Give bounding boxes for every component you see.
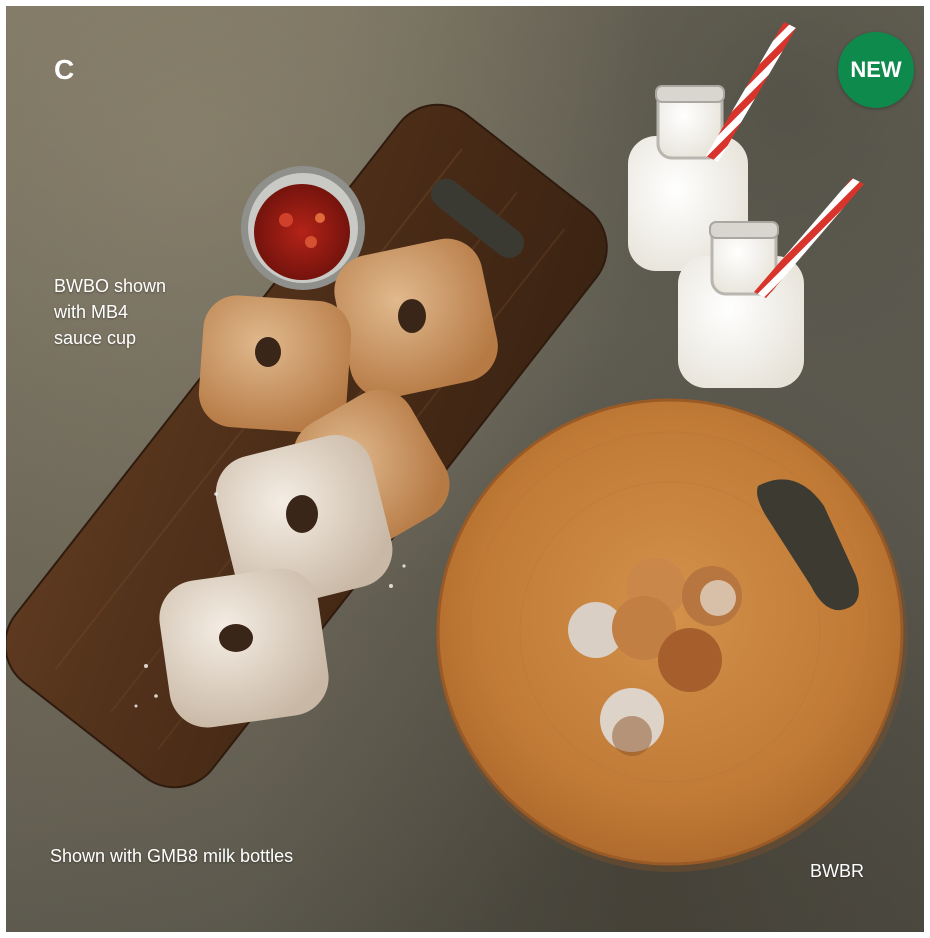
round-board-caption: BWBR — [810, 861, 864, 881]
board-caption-line-3: sauce cup — [54, 328, 137, 348]
milk-bottle-caption: Shown with GMB8 milk bottles — [50, 846, 294, 866]
product-scene — [6, 22, 908, 872]
product-photo: C NEW BWBO shown with MB4 sauce cup Show… — [6, 6, 924, 932]
sugar-donut-bottom — [159, 568, 329, 728]
board-caption-line-1: BWBO shown — [54, 276, 167, 296]
new-badge: NEW — [838, 32, 914, 108]
board-caption-line-2: with MB4 — [54, 302, 129, 322]
section-letter: C — [54, 54, 75, 85]
